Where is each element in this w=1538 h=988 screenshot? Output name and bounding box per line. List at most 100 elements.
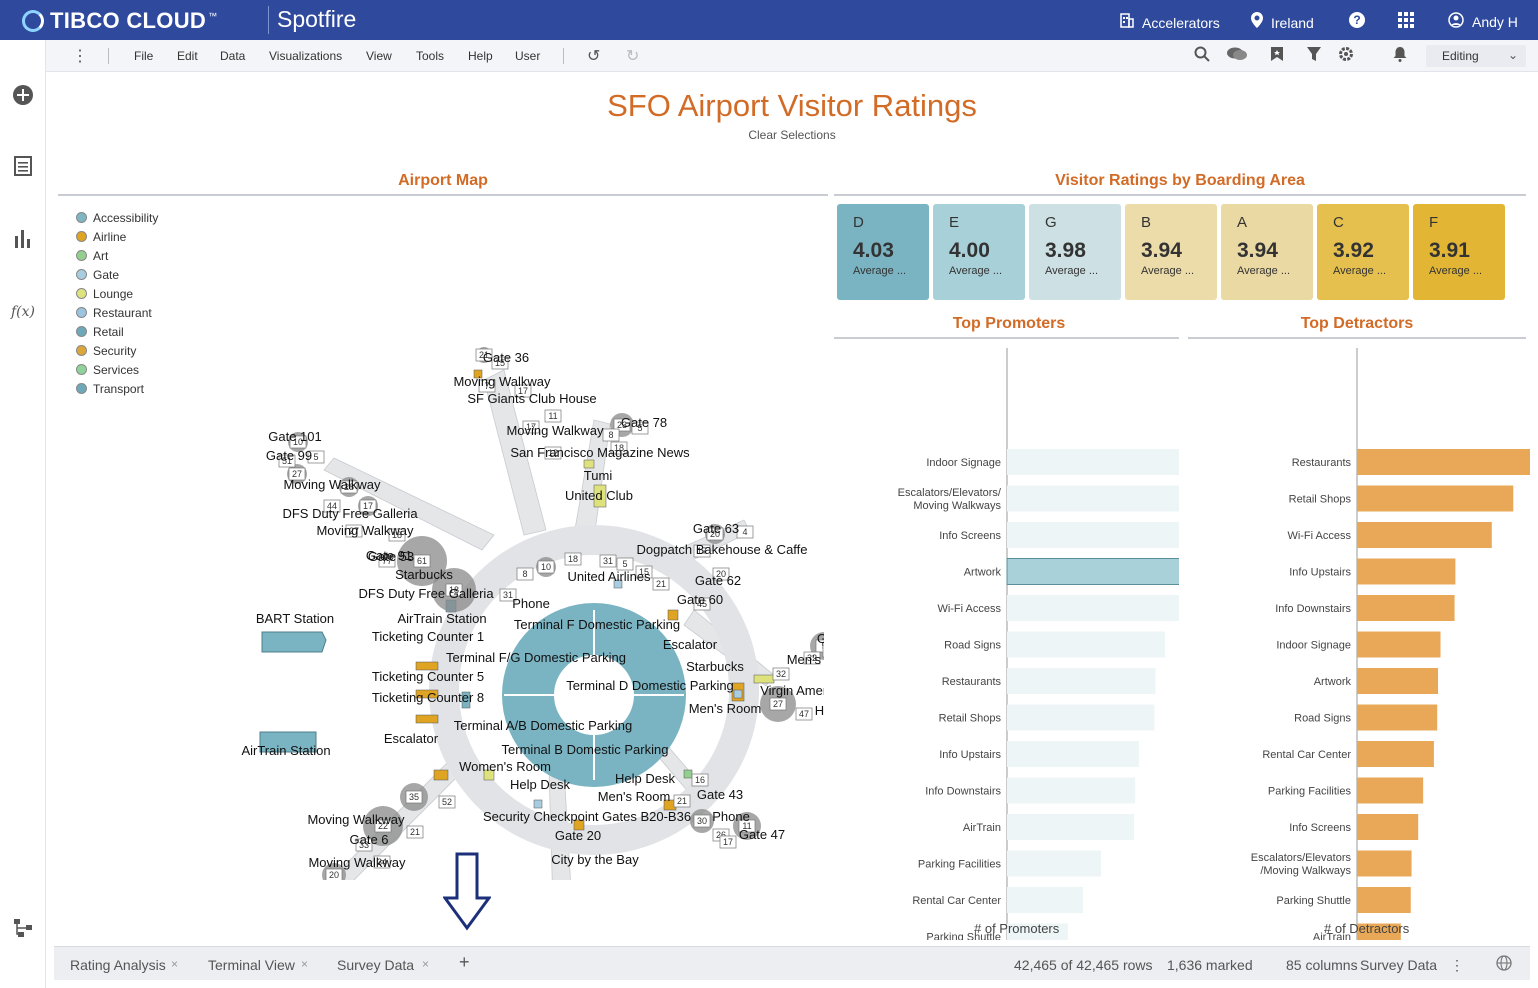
mode-select[interactable]: Editing ⌄ (1426, 45, 1526, 67)
chat-icon[interactable] (1226, 46, 1248, 67)
bar[interactable] (1357, 777, 1424, 804)
legend-item[interactable]: Airline (76, 227, 158, 246)
menu-view[interactable]: View (366, 49, 392, 63)
bookmark-icon[interactable] (1270, 46, 1284, 67)
bar[interactable] (1357, 668, 1439, 694)
undo-icon[interactable]: ↺ (587, 46, 600, 66)
bar[interactable] (1357, 558, 1456, 585)
category-label: Restaurants (1292, 457, 1352, 469)
bar-chart-icon[interactable] (11, 228, 35, 252)
legend-item[interactable]: Lounge (76, 284, 158, 303)
function-icon[interactable]: f(x) (11, 300, 35, 324)
help-button[interactable]: ? (1349, 12, 1365, 28)
accelerators-link[interactable]: Accelerators (1120, 12, 1220, 33)
bar[interactable] (1357, 595, 1455, 621)
category-label: Info Screens (1289, 822, 1351, 834)
legend-item[interactable]: Security (76, 341, 158, 360)
add-circle-icon[interactable] (11, 84, 35, 108)
menu-data[interactable]: Data (220, 49, 245, 63)
map-place-label: Security Checkpoint Gates B20-B36 (483, 809, 691, 824)
promoters-chart[interactable]: Indoor Signage Escalators/Elevators/Movin… (834, 340, 1179, 940)
menu-edit[interactable]: Edit (177, 49, 198, 63)
bar[interactable] (1357, 522, 1492, 548)
close-icon[interactable]: × (171, 957, 178, 971)
bar[interactable] (1357, 741, 1434, 767)
data-source[interactable]: Survey Data (1360, 957, 1437, 973)
apps-button[interactable] (1398, 12, 1414, 31)
menu-file[interactable]: File (134, 49, 153, 63)
bar[interactable] (1007, 741, 1139, 767)
bar[interactable] (1357, 887, 1411, 913)
filter-icon[interactable] (1307, 46, 1321, 67)
shop-marker[interactable] (583, 459, 595, 469)
bar[interactable] (1007, 814, 1135, 840)
menu-visualizations[interactable]: Visualizations (269, 49, 342, 63)
bar[interactable] (1007, 449, 1179, 475)
region-selector[interactable]: Ireland (1251, 12, 1314, 33)
shop-marker[interactable] (433, 769, 449, 781)
rating-tile-g[interactable]: G 3.98 Average ... (1029, 204, 1121, 300)
rating-tile-c[interactable]: C 3.92 Average ... (1317, 204, 1409, 300)
dashboard-canvas: SFO Airport Visitor Ratings Clear Select… (54, 80, 1530, 946)
user-menu[interactable]: Andy H (1448, 12, 1518, 31)
bell-icon[interactable] (1393, 46, 1407, 67)
count-label: 10 (541, 562, 551, 572)
bar[interactable] (1007, 887, 1083, 913)
menu-user[interactable]: User (515, 49, 540, 63)
bar[interactable] (1007, 850, 1101, 877)
bar[interactable] (1357, 631, 1441, 658)
globe-icon[interactable] (1496, 955, 1512, 974)
settings-icon[interactable] (1338, 46, 1354, 67)
bar[interactable] (1007, 777, 1136, 804)
rating-tile-e[interactable]: E 4.00 Average ... (933, 204, 1025, 300)
tab-survey-data[interactable]: Survey Data (337, 957, 414, 973)
shop-marker[interactable] (683, 769, 693, 779)
legend-item[interactable]: Transport (76, 379, 158, 398)
menu-help[interactable]: Help (468, 49, 493, 63)
bar[interactable] (1357, 850, 1412, 877)
legend-item[interactable]: Restaurant (76, 303, 158, 322)
bar[interactable] (1007, 485, 1179, 512)
clear-selections-link[interactable]: Clear Selections (54, 128, 1530, 142)
legend-item[interactable]: Art (76, 246, 158, 265)
more-vert-icon[interactable]: ⋮ (1450, 957, 1464, 974)
shop-marker[interactable] (733, 689, 743, 699)
rating-tile-a[interactable]: A 3.94 Average ... (1221, 204, 1313, 300)
more-vert-icon[interactable]: ⋮ (72, 46, 88, 66)
add-tab-button[interactable]: + (459, 952, 470, 973)
shop-marker[interactable] (533, 799, 543, 809)
rating-tile-f[interactable]: F 3.91 Average ... (1413, 204, 1505, 300)
data-table-icon[interactable] (11, 156, 35, 180)
hierarchy-icon[interactable] (11, 918, 35, 942)
bar[interactable] (1007, 595, 1179, 621)
menu-tools[interactable]: Tools (416, 49, 444, 63)
shop-marker[interactable] (753, 674, 775, 684)
bar[interactable] (1007, 668, 1156, 694)
legend-item[interactable]: Accessibility (76, 208, 158, 227)
close-icon[interactable]: × (301, 957, 308, 971)
detractors-chart[interactable]: Restaurants Retail Shops Wi-Fi Access Info … (1184, 340, 1530, 940)
rating-tile-d[interactable]: D 4.03 Average ... (837, 204, 929, 300)
airport-map[interactable]: 21157 171123 581712 1810551272844 1727 1877 61… (174, 260, 824, 880)
shop-marker[interactable] (415, 714, 439, 724)
legend-item[interactable]: Services (76, 360, 158, 379)
legend-item[interactable]: Retail (76, 322, 158, 341)
bar[interactable] (1007, 704, 1155, 731)
search-icon[interactable] (1194, 46, 1210, 67)
bar[interactable] (1357, 449, 1530, 475)
tab-rating-analysis[interactable]: Rating Analysis (70, 957, 166, 973)
bar[interactable] (1357, 814, 1419, 840)
legend-item[interactable]: Gate (76, 265, 158, 284)
redo-icon[interactable]: ↻ (626, 46, 639, 66)
tab-terminal-view[interactable]: Terminal View (208, 957, 295, 973)
bar[interactable] (1007, 522, 1179, 548)
bart-station[interactable] (261, 631, 327, 653)
bar[interactable] (1006, 558, 1179, 585)
rating-tile-b[interactable]: B 3.94 Average ... (1125, 204, 1217, 300)
close-icon[interactable]: × (422, 957, 429, 971)
map-place-label: Gate 6 (349, 832, 388, 847)
bar[interactable] (1357, 704, 1438, 731)
bar[interactable] (1357, 485, 1514, 512)
logo[interactable]: TIBCO CLOUD ™ (22, 8, 217, 34)
bar[interactable] (1007, 631, 1166, 658)
